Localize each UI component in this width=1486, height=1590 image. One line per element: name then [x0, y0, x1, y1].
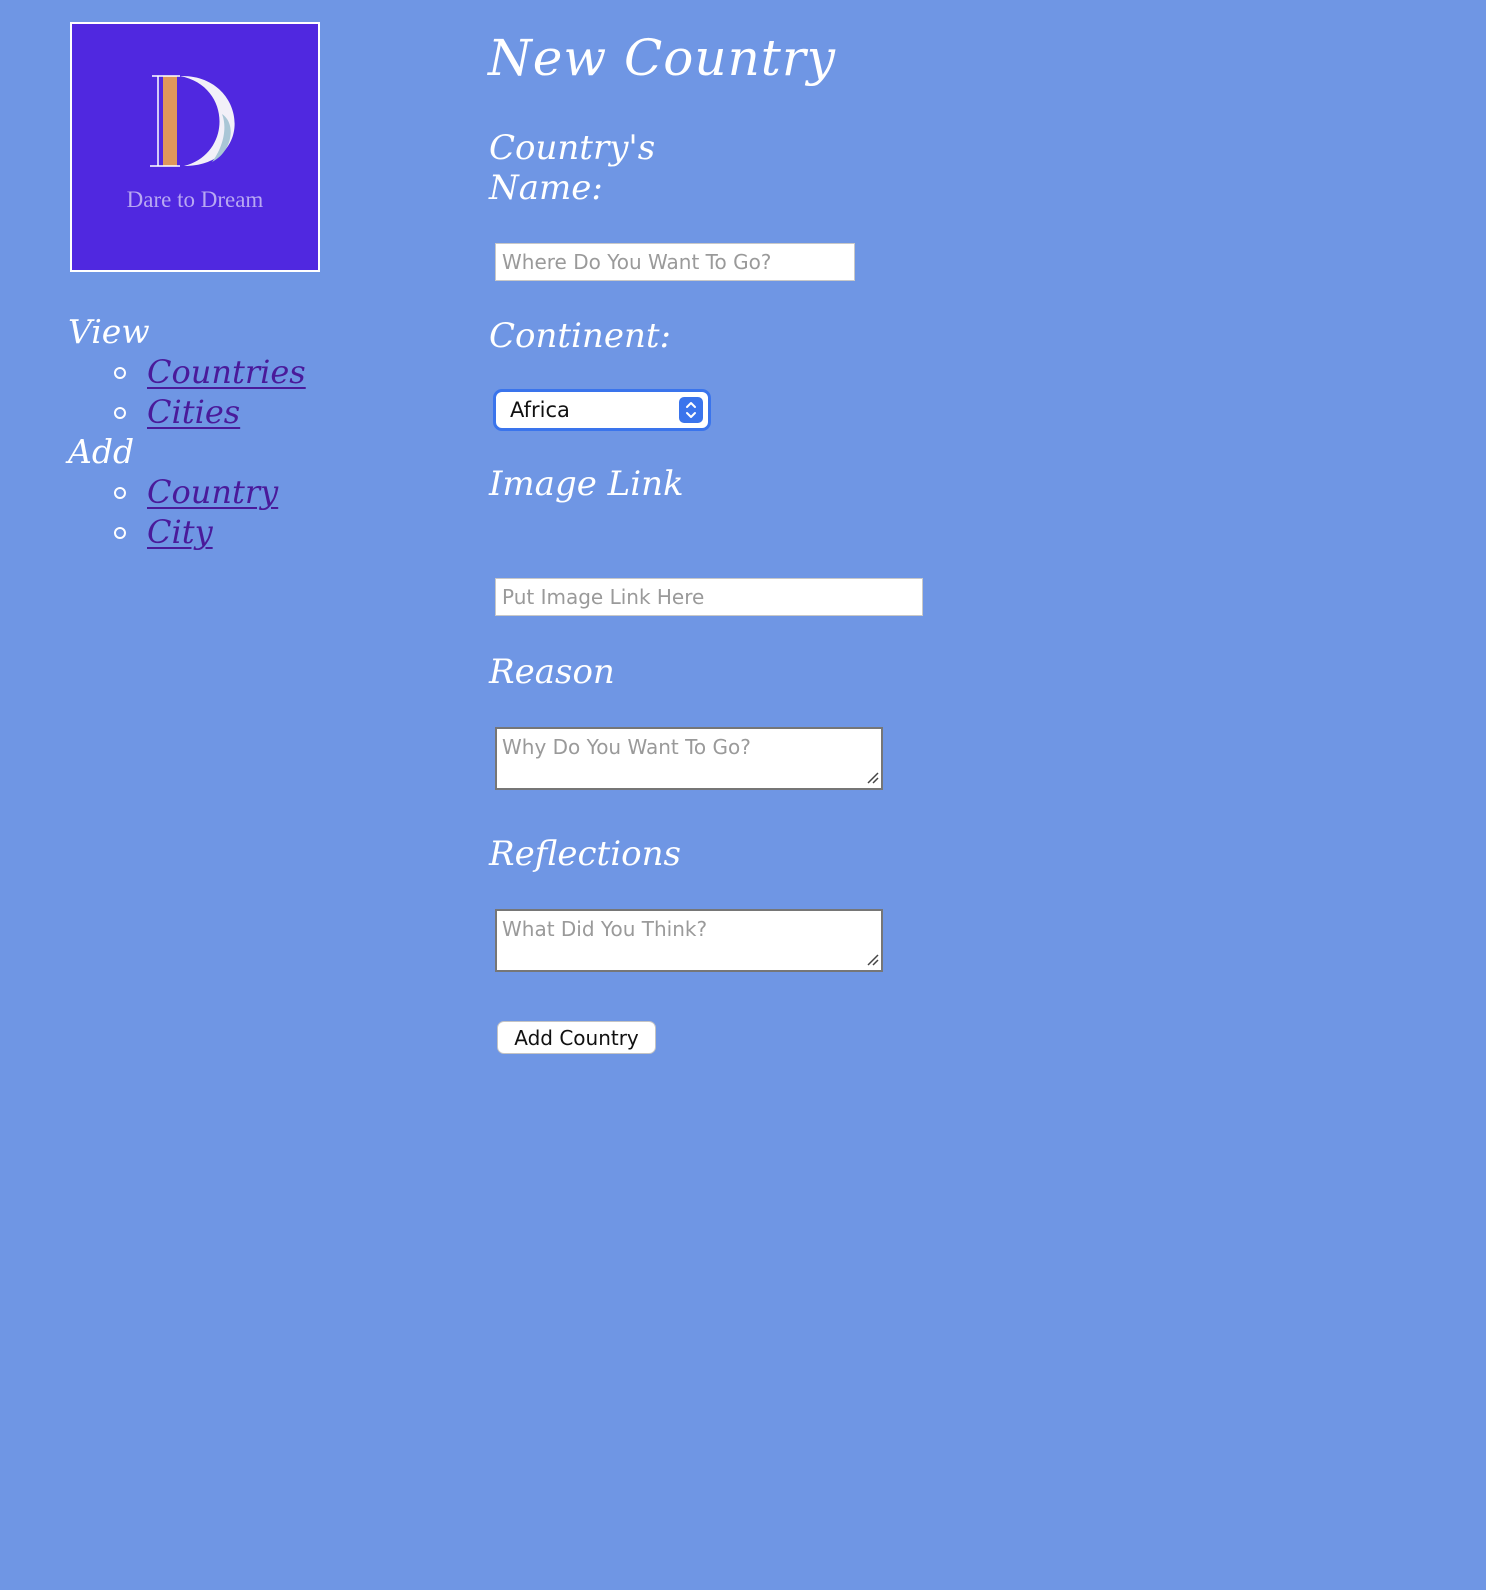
add-country-button[interactable]: Add Country [497, 1021, 656, 1054]
reflections-label: Reflections [489, 834, 681, 874]
nav-link-cities[interactable]: Cities [147, 393, 240, 431]
nav-link-add-city[interactable]: City [147, 513, 213, 551]
logo-mark-icon [150, 75, 235, 167]
country-name-label: Country's Name: [489, 128, 656, 208]
image-link-label: Image Link [489, 464, 684, 504]
resize-grip-icon[interactable] [866, 953, 880, 967]
nav-heading-add: Add [68, 432, 135, 471]
continent-selected-value: Africa [510, 398, 570, 422]
bullet-icon [114, 367, 126, 379]
nav-link-add-country[interactable]: Country [147, 473, 278, 511]
chevron-up-down-icon [679, 397, 703, 423]
nav-list-view: Countries Cities [68, 352, 398, 432]
sidebar-nav: View Countries Cities Add Country City [68, 312, 398, 552]
country-name-input[interactable] [495, 243, 855, 281]
continent-label: Continent: [489, 316, 671, 356]
resize-grip-icon[interactable] [866, 771, 880, 785]
site-logo[interactable]: Dare to Dream [70, 22, 320, 272]
bullet-icon [114, 407, 126, 419]
nav-heading-view: View [68, 312, 150, 351]
image-link-input[interactable] [495, 578, 923, 616]
reason-label: Reason [489, 652, 615, 692]
reason-textarea[interactable] [495, 727, 883, 790]
nav-list-add: Country City [68, 472, 398, 552]
bullet-icon [114, 487, 126, 499]
page-title: New Country [488, 29, 837, 87]
logo-tagline: Dare to Dream [126, 187, 264, 212]
nav-item-city: City [68, 512, 398, 552]
nav-item-cities: Cities [68, 392, 398, 432]
nav-item-country: Country [68, 472, 398, 512]
continent-select[interactable]: Africa [493, 389, 711, 431]
nav-link-countries[interactable]: Countries [147, 353, 306, 391]
nav-item-countries: Countries [68, 352, 398, 392]
bullet-icon [114, 527, 126, 539]
reflections-textarea[interactable] [495, 909, 883, 972]
